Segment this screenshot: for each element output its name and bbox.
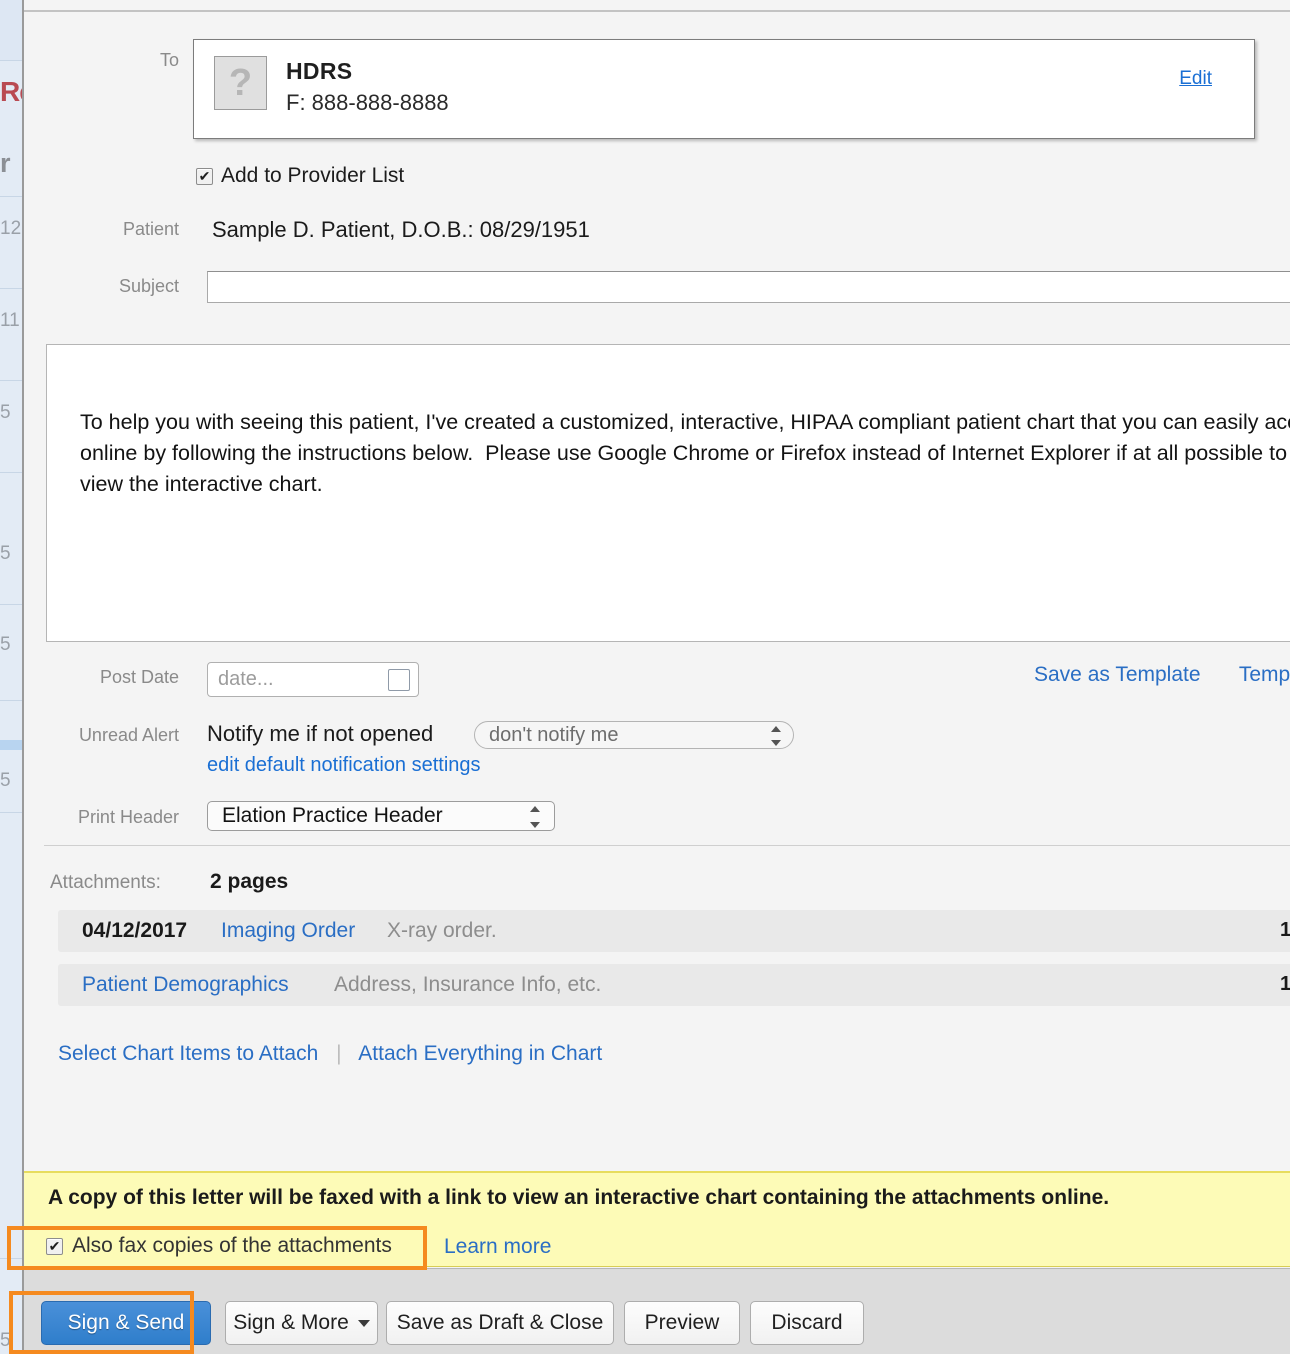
sign-and-more-button[interactable]: Sign & More — [225, 1301, 378, 1345]
avatar-placeholder-icon: ? — [214, 56, 267, 110]
subject-input[interactable] — [207, 271, 1290, 303]
sign-and-more-label: Sign & More — [233, 1311, 349, 1334]
post-date-input[interactable]: date... — [207, 662, 419, 697]
fax-notice-message: A copy of this letter will be faxed with… — [48, 1186, 1110, 1209]
compose-letter-panel: To ? HDRS F: 888-888-8888 Edit ✔ Add to … — [22, 0, 1290, 1354]
background-divider — [0, 812, 22, 813]
attachment-actions: Select Chart Items to Attach | Attach Ev… — [58, 1042, 602, 1066]
to-label: To — [159, 50, 179, 70]
post-date-placeholder: date... — [218, 668, 274, 690]
background-strip — [0, 0, 22, 60]
background-row-number: 5 — [0, 770, 11, 791]
post-date-label: Post Date — [99, 667, 179, 687]
attachment-description: X-ray order. — [387, 919, 497, 942]
edit-recipient-link[interactable]: Edit — [1179, 68, 1212, 90]
attachment-title-link[interactable]: Patient Demographics — [82, 973, 289, 997]
compose-form: To ? HDRS F: 888-888-8888 Edit ✔ Add to … — [24, 12, 1290, 1354]
save-as-draft-and-close-button[interactable]: Save as Draft & Close — [386, 1301, 614, 1345]
background-red-label: Re — [0, 76, 24, 107]
print-header-selected-value: Elation Practice Header — [222, 804, 443, 827]
patient-label: Patient — [122, 219, 179, 239]
notify-option-select[interactable]: don't notify me — [474, 721, 794, 749]
background-divider — [0, 196, 22, 197]
background-divider — [0, 288, 22, 289]
learn-more-link[interactable]: Learn more — [444, 1235, 551, 1259]
background-sidebar — [0, 0, 22, 1354]
discard-button[interactable]: Discard — [750, 1301, 864, 1345]
add-to-provider-list-checkbox[interactable]: ✔ — [196, 167, 213, 185]
fax-notice-banner: A copy of this letter will be faxed with… — [24, 1171, 1290, 1267]
also-fax-attachments-label: Also fax copies of the attachments — [72, 1234, 392, 1257]
also-fax-attachments-row[interactable]: ✔ Also fax copies of the attachments — [46, 1234, 392, 1258]
template-links: Save as Template Template — [1034, 663, 1290, 687]
background-row-number: 12 — [0, 218, 22, 239]
background-gray-label: r — [0, 148, 11, 178]
print-header-label: Print Header — [77, 807, 179, 827]
also-fax-attachments-checkbox[interactable]: ✔ — [46, 1237, 63, 1255]
preview-button[interactable]: Preview — [624, 1301, 740, 1345]
background-divider — [0, 700, 22, 701]
chevron-updown-icon[interactable] — [530, 806, 540, 828]
attachments-page-count: 2 pages — [210, 870, 289, 893]
background-row-number: 11 — [0, 310, 20, 331]
background-divider — [0, 1258, 22, 1259]
background-row-number: 5 — [0, 402, 11, 423]
chevron-updown-icon[interactable] — [771, 726, 781, 746]
background-row-number: 5 — [0, 1330, 11, 1351]
table-row[interactable]: 04/12/2017 Imaging Order X-ray order. 1 … — [58, 910, 1290, 952]
notify-prefix-text: Notify me if not opened — [207, 721, 434, 746]
background-divider — [0, 60, 22, 61]
print-header-select[interactable]: Elation Practice Header — [207, 801, 555, 831]
section-divider — [44, 845, 1290, 846]
background-row-number: 5 — [0, 543, 11, 564]
action-separator: | — [336, 1042, 342, 1065]
attachment-page-count: 1 p — [1280, 919, 1290, 941]
edit-notification-settings-link[interactable]: edit default notification settings — [207, 754, 481, 777]
letter-body-text: To help you with seeing this patient, I'… — [80, 410, 1290, 496]
table-row[interactable]: Patient Demographics Address, Insurance … — [58, 964, 1290, 1006]
patient-value: Sample D. Patient, D.O.B.: 08/29/1951 — [212, 217, 590, 242]
attach-everything-link[interactable]: Attach Everything in Chart — [358, 1042, 602, 1065]
attachments-label: Attachments: — [50, 872, 161, 893]
templates-link[interactable]: Template — [1239, 663, 1290, 686]
unread-alert-label: Unread Alert — [78, 725, 179, 745]
background-divider — [0, 472, 22, 473]
chevron-down-icon — [357, 1319, 370, 1327]
background-divider — [0, 380, 22, 381]
background-row-number: 5 — [0, 634, 11, 655]
recipient-box[interactable]: ? HDRS F: 888-888-8888 Edit — [193, 39, 1255, 139]
subject-label: Subject — [118, 276, 179, 296]
select-chart-items-link[interactable]: Select Chart Items to Attach — [58, 1042, 318, 1065]
add-to-provider-list-label: Add to Provider List — [221, 164, 405, 187]
recipient-name: HDRS — [286, 58, 353, 84]
attachment-date: 04/12/2017 — [82, 919, 188, 942]
background-selected-row — [0, 740, 22, 750]
add-to-provider-list-row[interactable]: ✔ Add to Provider List — [196, 164, 404, 188]
calendar-icon[interactable] — [388, 669, 410, 691]
save-as-template-link[interactable]: Save as Template — [1034, 663, 1201, 686]
recipient-fax-number: F: 888-888-8888 — [286, 90, 449, 115]
background-divider — [0, 604, 22, 605]
letter-body-textarea[interactable]: To help you with seeing this patient, I'… — [46, 344, 1290, 642]
attachment-page-count: 1 p — [1280, 973, 1290, 995]
notify-selected-value: don't notify me — [489, 724, 619, 746]
sign-and-send-button[interactable]: Sign & Send — [41, 1301, 211, 1345]
attachment-description: Address, Insurance Info, etc. — [334, 973, 602, 996]
attachment-title-link[interactable]: Imaging Order — [221, 919, 355, 943]
